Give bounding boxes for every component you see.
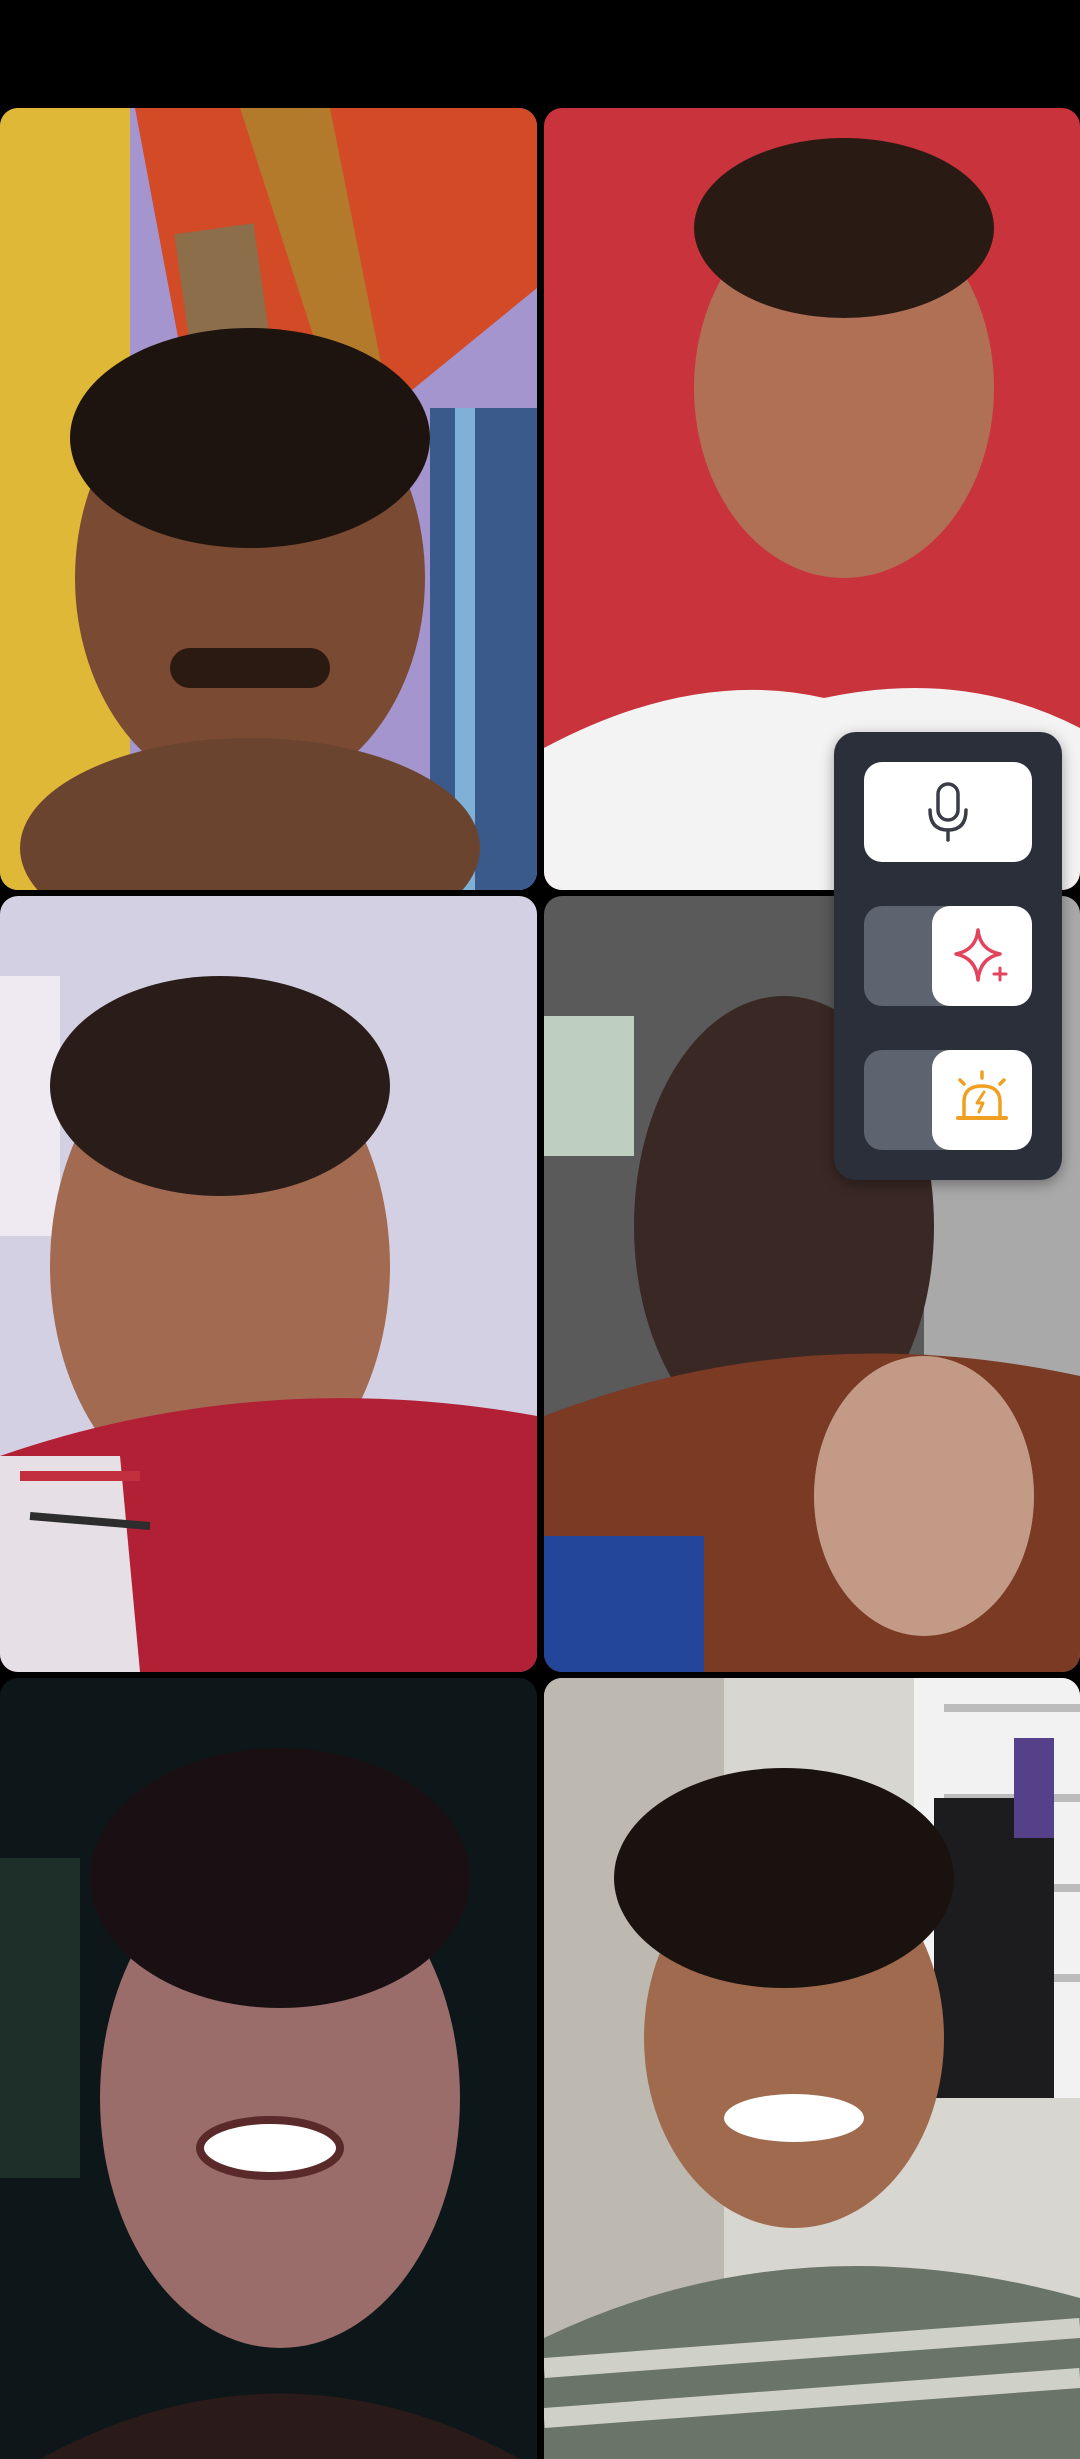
participant-video-6[interactable] — [544, 1678, 1080, 2459]
flash-toggle[interactable] — [864, 1050, 1032, 1150]
video-frame-5 — [0, 1678, 537, 2459]
sparkle-icon — [954, 928, 1008, 982]
flash-toggle-knob — [932, 1050, 1032, 1150]
alarm-light-icon — [956, 1070, 1008, 1120]
call-controls-panel — [834, 732, 1062, 1180]
effects-toggle-knob — [932, 906, 1032, 1006]
microphone-icon — [928, 782, 968, 842]
video-frame-3 — [0, 896, 537, 1672]
mic-toggle-button[interactable] — [864, 762, 1032, 862]
participant-video-1[interactable] — [0, 108, 537, 890]
participant-video-3[interactable] — [0, 896, 537, 1672]
participant-video-5[interactable] — [0, 1678, 537, 2459]
effects-toggle[interactable] — [864, 906, 1032, 1006]
video-frame-6 — [544, 1678, 1080, 2459]
video-frame-1 — [0, 108, 537, 890]
